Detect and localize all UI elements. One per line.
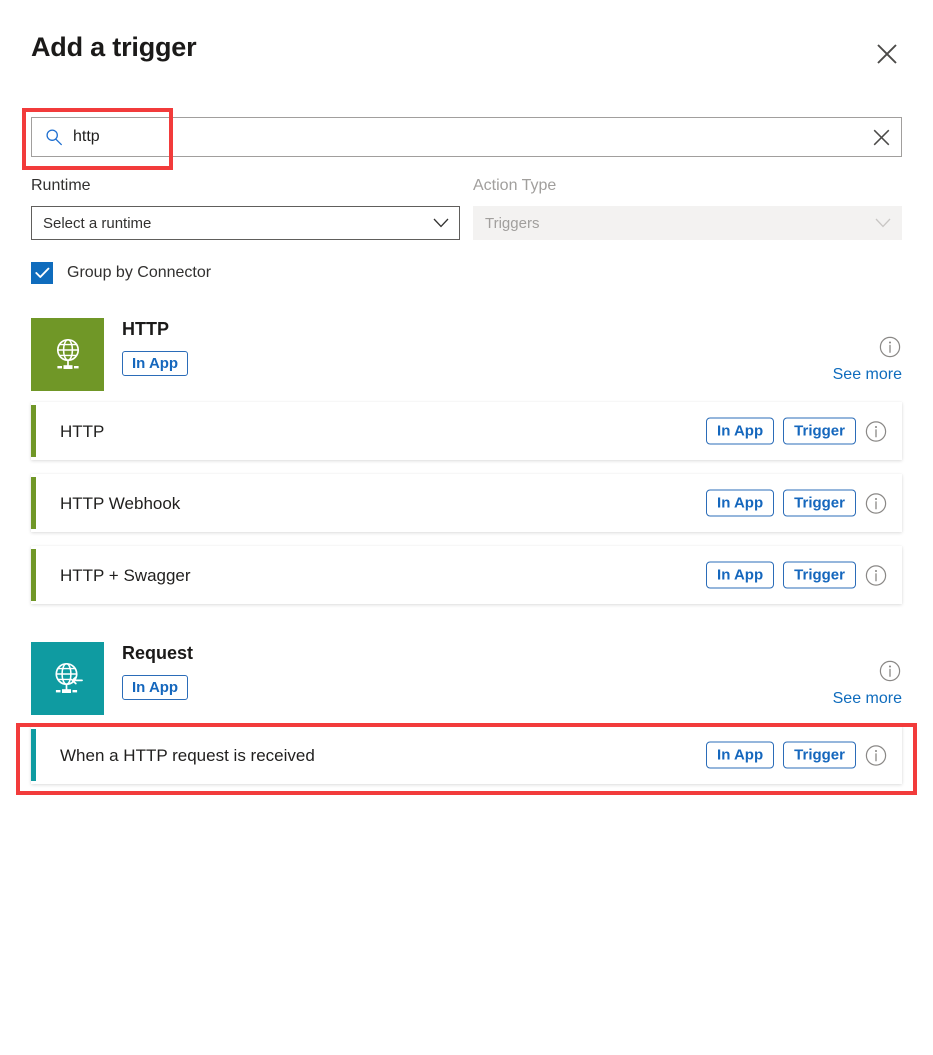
action-type-field: Action Type Triggers [473,178,902,240]
operation-badge-kind: Trigger [783,489,856,517]
info-icon [879,336,901,358]
operation-accent-bar [31,729,36,781]
operation-name: When a HTTP request is received [60,745,315,765]
clear-search-button[interactable] [861,118,901,156]
connector-header[interactable]: HTTP In App See more [31,318,902,392]
globe-network-icon [56,338,79,369]
operation-badges: In App Trigger [706,489,887,517]
checkmark-icon [34,267,49,278]
info-icon [879,660,901,682]
operation-badges: In App Trigger [706,417,887,445]
search-container [31,117,902,157]
connector-actions: See more [782,318,902,391]
connector-name: HTTP [122,319,169,339]
operation-badge-in-app: In App [706,417,775,445]
operation-info-button[interactable] [865,420,887,442]
operation-row[interactable]: HTTP + Swagger In App Trigger [31,546,902,604]
chevron-down-icon [875,218,891,228]
group-by-connector-checkbox[interactable]: Group by Connector [31,262,211,284]
action-type-label: Action Type [473,177,557,194]
info-icon [865,420,887,442]
globe-incoming-arrow-icon [54,662,83,693]
search-input[interactable] [73,118,845,156]
info-icon [865,744,887,766]
action-type-value: Triggers [485,214,540,232]
operation-badges: In App Trigger [706,741,887,769]
see-more-link[interactable]: See more [833,691,902,707]
operation-name: HTTP + Swagger [60,565,191,585]
connector-name: Request [122,643,194,663]
chevron-down-icon [433,218,449,228]
group-by-connector-label: Group by Connector [67,264,212,281]
operation-badge-kind: Trigger [783,417,856,445]
operation-badge-in-app: In App [706,561,775,589]
operation-info-button[interactable] [865,492,887,514]
connector-badge-in-app: In App [122,675,189,700]
connector-meta: Request In App [122,644,193,700]
operation-row[interactable]: HTTP In App Trigger [31,402,902,460]
connector-group-http: HTTP In App See more HTTP In App Trigger… [31,318,902,604]
panel-header: Add a trigger [0,0,933,92]
operation-badge-in-app: In App [706,741,775,769]
operation-row[interactable]: HTTP Webhook In App Trigger [31,474,902,532]
operation-badge-in-app: In App [706,489,775,517]
connector-tile [31,318,104,391]
operation-name: HTTP Webhook [60,493,181,513]
connector-meta: HTTP In App [122,319,189,376]
runtime-field: Runtime Select a runtime [31,178,460,240]
results-list: HTTP In App See more HTTP In App Trigger… [31,318,902,798]
operation-row[interactable]: When a HTTP request is received In App T… [31,726,902,784]
connector-info-button[interactable] [879,336,901,363]
clear-icon [873,129,889,145]
operation-badge-kind: Trigger [783,741,856,769]
close-button[interactable] [869,36,905,72]
checkbox-box [31,262,53,284]
operation-info-button[interactable] [865,564,887,586]
connector-tile [31,642,104,715]
operation-accent-bar [31,549,36,601]
page-title: Add a trigger [31,32,197,62]
action-type-dropdown: Triggers [473,206,902,240]
see-more-link[interactable]: See more [833,367,902,383]
runtime-dropdown[interactable]: Select a runtime [31,206,460,240]
search-box[interactable] [31,117,902,157]
search-icon [46,129,62,146]
runtime-value: Select a runtime [43,214,152,232]
info-icon [865,564,887,586]
operation-name: HTTP [60,421,105,441]
operation-accent-bar [31,477,36,529]
connector-group-request: Request In App See more When a HTTP requ… [31,642,902,784]
operation-info-button[interactable] [865,744,887,766]
info-icon [865,492,887,514]
connector-badge-in-app: In App [122,351,189,376]
filters-row: Runtime Select a runtime Action Type Tri… [31,178,903,250]
operation-badges: In App Trigger [706,561,887,589]
connector-header[interactable]: Request In App See more [31,642,902,716]
runtime-label: Runtime [31,177,91,194]
close-icon [877,44,897,64]
operation-badge-kind: Trigger [783,561,856,589]
connector-actions: See more [782,642,902,715]
operation-accent-bar [31,405,36,457]
connector-info-button[interactable] [879,660,901,687]
